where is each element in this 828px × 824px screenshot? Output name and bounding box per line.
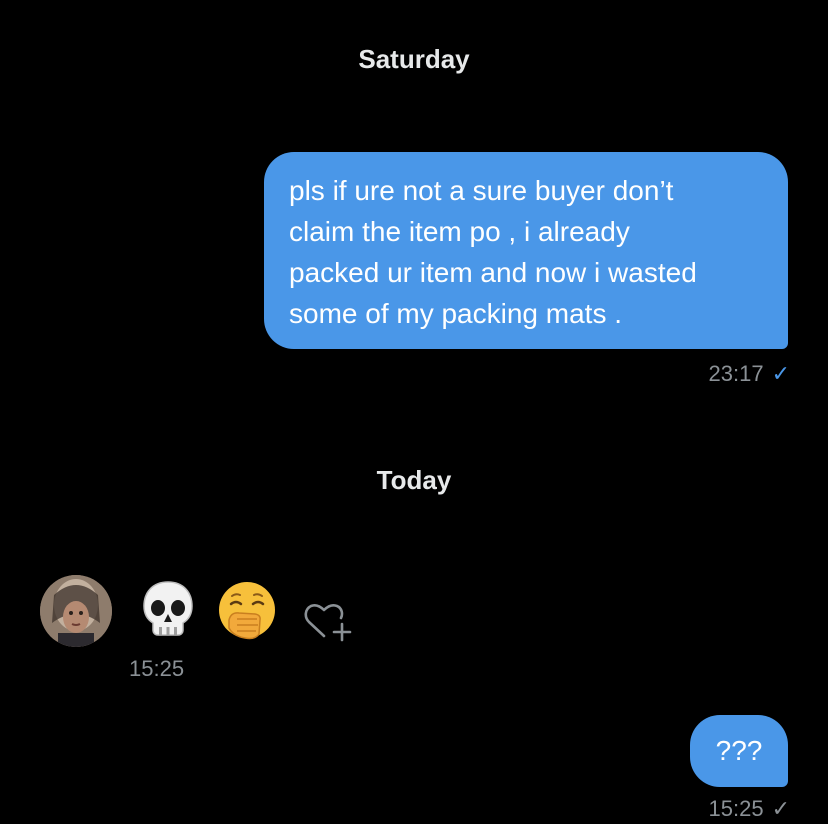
add-reaction-icon[interactable] (300, 596, 356, 646)
day-separator-saturday: Saturday (358, 44, 470, 74)
yawning-face-emoji (215, 578, 279, 642)
skull-emoji (136, 578, 200, 642)
check-icon: ✓ (771, 361, 790, 386)
message-meta: 23:17 ✓ (709, 361, 791, 387)
check-icon: ✓ (771, 796, 790, 821)
message-timestamp: 15:25 (708, 796, 764, 821)
avatar[interactable] (40, 575, 112, 647)
message-timestamp: 23:17 (708, 361, 764, 386)
message-meta: 15:25 ✓ (709, 796, 791, 822)
incoming-message-timestamp: 15:25 (129, 656, 185, 681)
outgoing-message-bubble[interactable]: ??? (690, 715, 788, 787)
outgoing-message-bubble[interactable]: pls if ure not a sure buyer don’t claim … (264, 152, 788, 349)
day-separator-today: Today (376, 465, 452, 495)
